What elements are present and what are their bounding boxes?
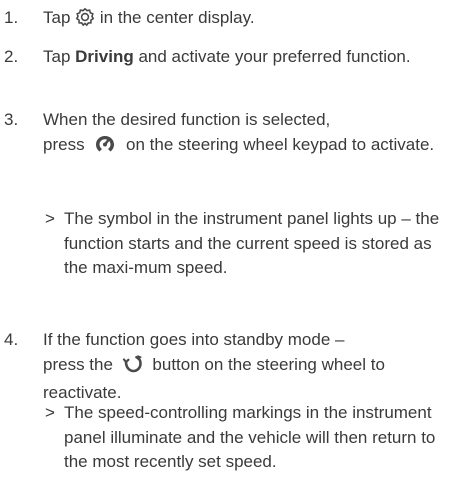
driving-label: Driving — [75, 47, 134, 66]
step-text: Tap in the center display. — [43, 6, 443, 35]
step-number: 3. — [4, 110, 19, 129]
result-marker: > — [45, 209, 55, 228]
settings-gear-icon — [75, 7, 95, 35]
step-number: 2. — [4, 47, 19, 66]
step-text: When the desired function is selected, p… — [43, 108, 443, 161]
step-number: 4. — [4, 330, 19, 349]
resume-icon — [122, 354, 144, 382]
step-text: If the function goes into standby mode –… — [43, 330, 385, 402]
result-marker: > — [45, 403, 55, 422]
step-text: Tap Driving and activate your preferred … — [43, 47, 411, 66]
result-text: The speed-controlling markings in the in… — [64, 403, 436, 471]
step-number: 1. — [4, 8, 19, 27]
result-text: The symbol in the instrument panel light… — [64, 209, 440, 277]
cruise-control-icon — [94, 134, 116, 162]
